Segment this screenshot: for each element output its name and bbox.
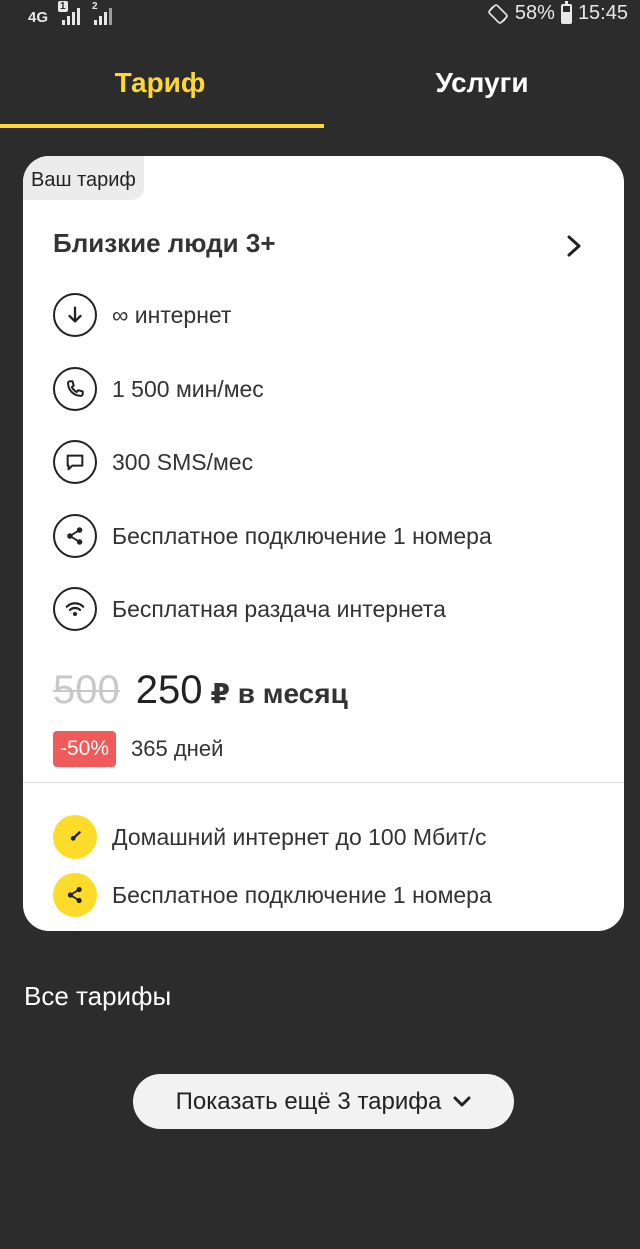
- show-more-label: Показать ещё 3 тарифа: [175, 1087, 442, 1115]
- sim1-label: 1: [58, 1, 68, 12]
- all-tariffs-heading: Все тарифы: [24, 981, 172, 1011]
- discount-badge: -50%: [53, 731, 117, 767]
- signal-strength-sim1-icon: 1: [58, 1, 81, 25]
- tab-services[interactable]: Услуги: [322, 40, 640, 126]
- bonus-home-internet: Домашний интернет до 100 Мбит/с: [53, 815, 487, 859]
- feature-text: 300 SMS/мес: [112, 448, 254, 475]
- sim2-label: 2: [92, 1, 98, 12]
- active-tab-indicator: [0, 124, 324, 128]
- speedometer-icon: [53, 815, 97, 859]
- current-tariff-card[interactable]: Ваш тариф Близкие люди 3+ ∞ интернет 1 5…: [23, 156, 624, 931]
- battery-percent: 58%: [514, 2, 555, 24]
- phone-icon: [53, 367, 97, 411]
- status-bar: 4G 1 2 58% 15:45: [0, 0, 640, 28]
- share-icon: [53, 873, 97, 917]
- battery-icon: [560, 0, 572, 24]
- price-row: 500 250 ₽ в месяц: [53, 668, 348, 713]
- old-price: 500: [53, 668, 120, 712]
- discount-row: -50% 365 дней: [53, 731, 223, 767]
- tariff-title[interactable]: Близкие люди 3+: [53, 228, 276, 259]
- show-more-tariffs-button[interactable]: Показать ещё 3 тарифа: [133, 1074, 514, 1129]
- battery-level-fill: [562, 12, 570, 22]
- your-tariff-badge: Ваш тариф: [23, 156, 144, 200]
- feature-hotspot: Бесплатная раздача интернета: [53, 586, 446, 632]
- bonus-share-number: Бесплатное подключение 1 номера: [53, 873, 492, 917]
- chevron-down-icon: [453, 1096, 471, 1106]
- feature-internet: ∞ интернет: [53, 292, 231, 338]
- chat-bubble-icon: [53, 440, 97, 484]
- feature-minutes: 1 500 мин/мес: [53, 366, 264, 412]
- new-price: 250: [135, 668, 203, 712]
- clock: 15:45: [577, 2, 628, 24]
- discount-duration: 365 дней: [131, 736, 224, 761]
- bonus-text: Бесплатное подключение 1 номера: [112, 881, 492, 908]
- feature-text: ∞ интернет: [112, 301, 232, 328]
- feature-text: Бесплатное подключение 1 номера: [112, 522, 492, 549]
- feature-share-number: Бесплатное подключение 1 номера: [53, 513, 492, 559]
- network-type: 4G: [28, 9, 49, 26]
- status-left: 4G 1 2: [28, 1, 113, 26]
- bonus-text: Домашний интернет до 100 Мбит/с: [112, 823, 487, 850]
- chevron-right-icon[interactable]: [564, 234, 584, 258]
- tab-tariff[interactable]: Тариф: [0, 40, 320, 126]
- share-icon: [53, 514, 97, 558]
- wifi-icon: [53, 587, 97, 631]
- tab-bar: Тариф Услуги: [0, 40, 640, 128]
- price-unit: ₽ в месяц: [210, 678, 348, 709]
- divider: [23, 782, 624, 783]
- feature-sms: 300 SMS/мес: [53, 439, 253, 485]
- feature-text: Бесплатная раздача интернета: [112, 595, 446, 622]
- status-right: 58% 15:45: [487, 0, 628, 25]
- auto-rotate-icon: [488, 3, 508, 24]
- signal-strength-sim2-icon: 2: [92, 1, 113, 25]
- download-arrow-icon: [53, 293, 97, 337]
- feature-text: 1 500 мин/мес: [112, 375, 264, 402]
